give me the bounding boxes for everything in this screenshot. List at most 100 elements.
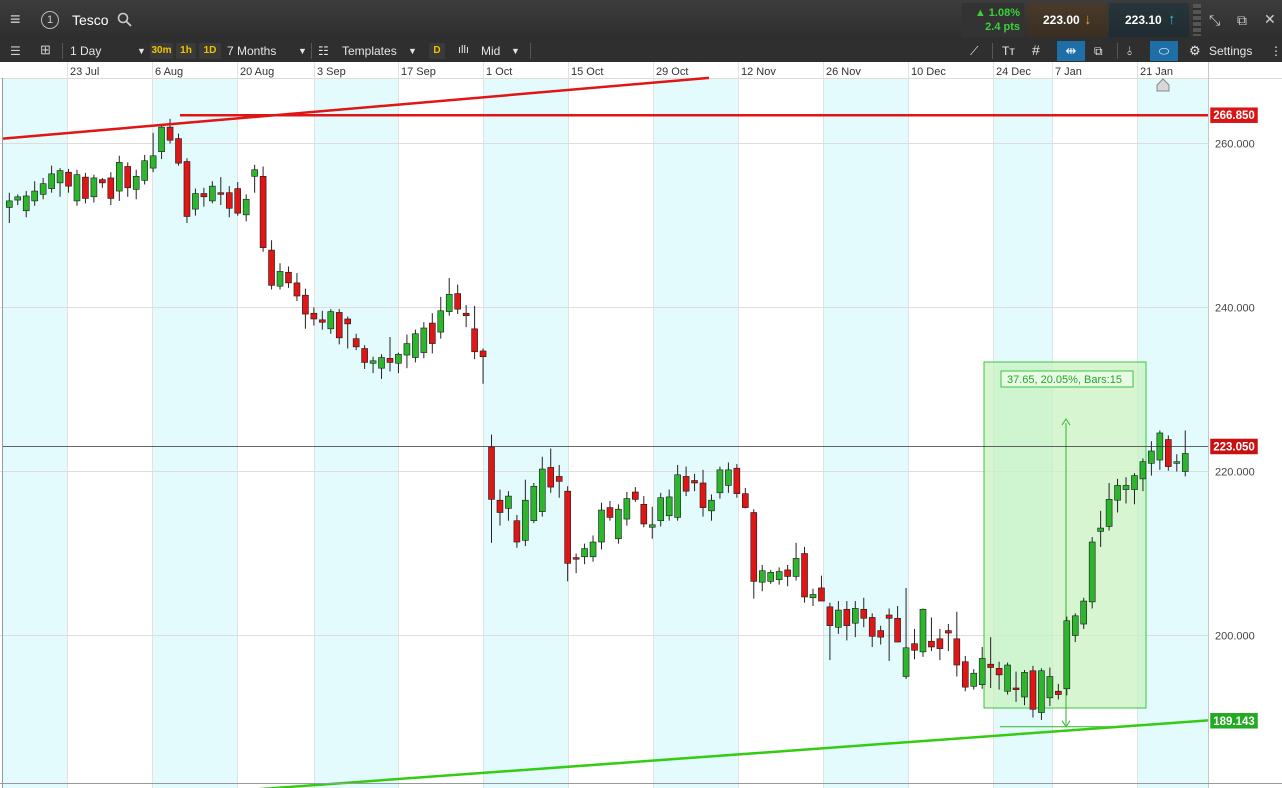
candle-down: [513, 520, 521, 543]
collapse-icon[interactable]: ⤡: [1209, 13, 1220, 27]
chevron-down-icon[interactable]: ▼: [137, 46, 146, 56]
candle-down: [961, 661, 969, 688]
session-band: [1137, 78, 1208, 788]
candle-down: [699, 482, 707, 508]
templates-select[interactable]: Templates: [342, 44, 397, 58]
bar-chart-icon[interactable]: ıllı: [458, 44, 469, 56]
quick-1d-button[interactable]: 1D: [199, 43, 221, 59]
price-type-select[interactable]: Mid: [481, 44, 500, 58]
chart-area[interactable]: 23 Jul 6 Aug 20 Aug 3 Sep 17 Sep 1 Oct 15 Oct 2…: [0, 62, 1282, 788]
candle-down: [82, 176, 89, 199]
text-tool-icon[interactable]: Tт: [1002, 44, 1015, 58]
session-band: [483, 78, 568, 788]
quick-1h-button[interactable]: 1h: [176, 43, 196, 59]
y-tick-label: 260.000: [1215, 139, 1255, 151]
change-box: ▲ 1.08% 2.4 pts: [962, 3, 1024, 37]
candle-down: [843, 608, 851, 626]
line-tool-icon[interactable]: ⟋: [970, 44, 978, 59]
settings-button[interactable]: Settings: [1209, 44, 1252, 58]
candle-up: [1148, 450, 1155, 464]
candle-up: [403, 343, 411, 356]
candle-up: [809, 594, 817, 599]
x-tick-label: 12 Nov: [741, 66, 776, 78]
candle-up: [158, 126, 165, 152]
y-tick-label: 220.000: [1215, 467, 1255, 479]
candle-down: [691, 480, 698, 484]
search-icon[interactable]: [117, 12, 132, 29]
candle-down: [471, 328, 478, 353]
candle-up: [1063, 620, 1071, 690]
magnet-icon[interactable]: ⫰: [1127, 44, 1132, 59]
candle-up: [31, 190, 38, 202]
x-tick-label: 15 Oct: [571, 66, 603, 78]
date-axis-strip: [0, 62, 1282, 79]
sell-button[interactable]: 223.00 ↓: [1027, 3, 1107, 37]
d-badge[interactable]: D: [429, 43, 445, 59]
more-icon[interactable]: ⋮: [1270, 44, 1282, 58]
candle-up: [73, 174, 81, 202]
candle-down: [928, 640, 935, 648]
chevron-down-icon[interactable]: ▼: [298, 46, 307, 56]
chevron-down-icon[interactable]: ▼: [408, 46, 417, 56]
candle-down: [285, 271, 292, 284]
crosshair-icon[interactable]: ⇹: [1057, 41, 1085, 61]
candle-up: [792, 558, 800, 577]
candle-up: [1139, 461, 1147, 480]
candle-down: [344, 318, 352, 325]
session-band: [314, 78, 398, 788]
candle-down: [335, 312, 343, 339]
candle-down: [386, 358, 394, 363]
candle-down: [454, 293, 461, 310]
candle-up: [6, 200, 13, 208]
layout-icon[interactable]: ⊞: [40, 43, 51, 57]
quick-30m-button[interactable]: 30m: [150, 43, 173, 59]
range-select[interactable]: 7 Months: [227, 44, 276, 58]
candle-up: [538, 468, 546, 512]
candle-down: [640, 503, 648, 525]
candle-up: [90, 177, 98, 198]
candle-down: [352, 338, 360, 348]
candle-down: [750, 512, 758, 582]
grid-icon[interactable]: #: [1032, 42, 1040, 58]
candle-up: [1105, 499, 1113, 527]
top-bar: ≡ 1 Tesco ▲ 1.08% 2.4 pts 223.00 ↓ 223.1…: [0, 0, 1282, 41]
candle-down: [682, 476, 690, 492]
menu-icon[interactable]: ≡: [10, 10, 21, 28]
candle-up: [657, 497, 665, 521]
close-icon[interactable]: ✕: [1264, 12, 1276, 26]
candle-down: [225, 192, 233, 209]
candle-down: [310, 312, 318, 320]
copy-icon[interactable]: ⧉: [1094, 44, 1103, 59]
candle-up: [767, 572, 775, 582]
candle-down: [784, 569, 791, 577]
candle-up: [505, 495, 512, 509]
candle-up: [445, 294, 453, 312]
x-tick-label: 21 Jan: [1140, 66, 1173, 78]
candle-down: [885, 614, 893, 619]
candle-down: [572, 557, 580, 560]
candle-up: [716, 469, 724, 494]
popout-icon[interactable]: ⧉: [1237, 13, 1247, 27]
candle-up: [581, 548, 588, 558]
chevron-down-icon[interactable]: ▼: [511, 46, 520, 56]
tag-icon[interactable]: ⬭: [1150, 41, 1178, 61]
session-band: [152, 78, 237, 788]
candle-down: [945, 630, 952, 634]
gear-icon[interactable]: ⚙: [1189, 43, 1201, 59]
info-icon[interactable]: 1: [41, 11, 59, 29]
candle-up: [1080, 600, 1088, 625]
candle-down: [555, 476, 563, 482]
templates-icon[interactable]: ☷: [318, 44, 329, 58]
candle-up: [395, 353, 402, 364]
candle-down: [107, 177, 115, 199]
candle-up: [522, 499, 529, 541]
list-icon[interactable]: ☰: [10, 44, 21, 58]
symbol-name[interactable]: Tesco: [72, 12, 109, 28]
candle-up: [327, 311, 335, 330]
candle-up: [1131, 475, 1138, 490]
candle-up: [132, 176, 140, 190]
candle-down: [65, 171, 72, 187]
interval-select[interactable]: 1 Day: [70, 44, 101, 58]
price-chart[interactable]: 23 Jul 6 Aug 20 Aug 3 Sep 17 Sep 1 Oct 15 Oct 2…: [0, 62, 1282, 788]
buy-button[interactable]: 223.10 ↑: [1109, 3, 1189, 37]
